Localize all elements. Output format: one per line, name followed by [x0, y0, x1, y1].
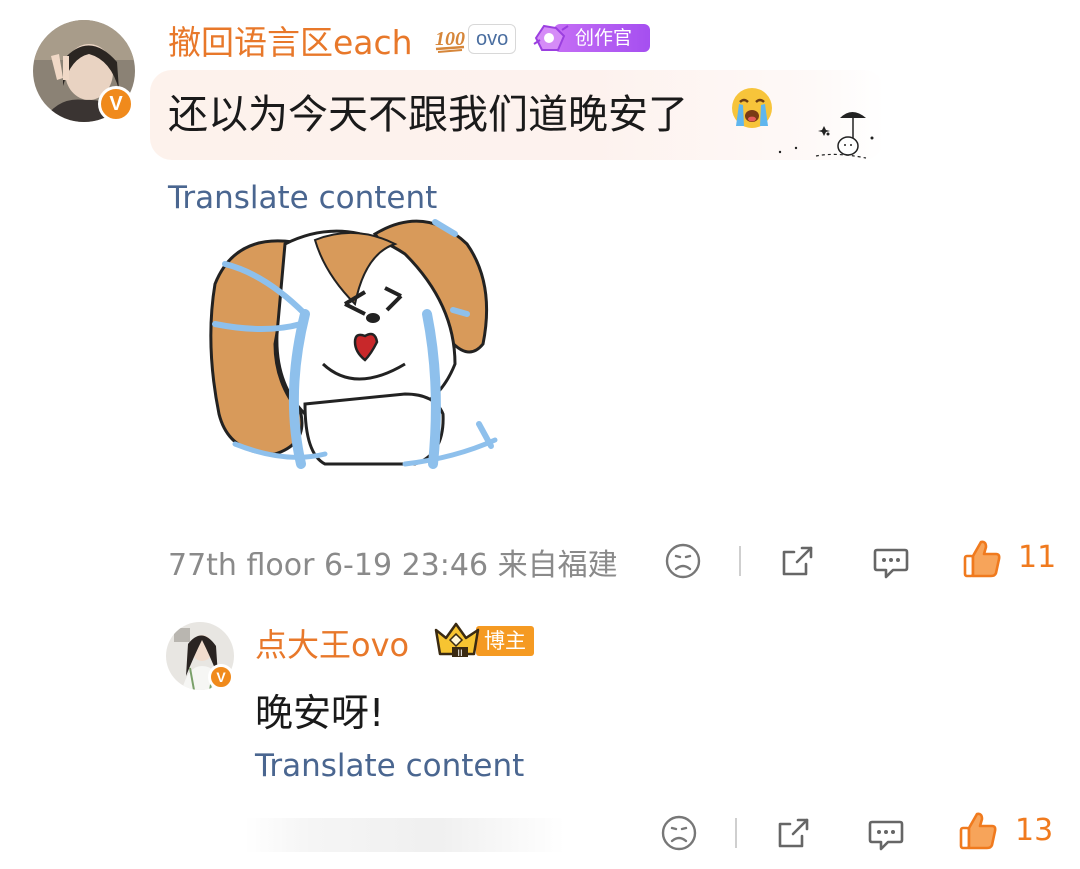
sad-face-icon[interactable]	[664, 542, 702, 580]
comment-icon[interactable]	[871, 542, 911, 582]
action-divider	[735, 818, 737, 848]
comment-meta: 77th floor 6-19 23:46 来自福建	[168, 548, 618, 583]
blurred-meta	[245, 818, 565, 852]
like-count: 11	[1018, 540, 1057, 575]
verified-v-icon: V	[98, 86, 134, 122]
svg-text:II: II	[457, 649, 462, 659]
thumbs-up-icon[interactable]	[958, 810, 998, 852]
sad-face-icon[interactable]	[660, 814, 698, 852]
translate-content-link[interactable]: Translate content	[168, 180, 437, 216]
fan-tag[interactable]: ovo	[468, 24, 517, 54]
reply-text: 晚安呀!	[255, 691, 385, 735]
loudly-crying-face-emoji	[732, 88, 772, 128]
share-icon[interactable]	[774, 814, 812, 852]
crying-dog-sticker[interactable]	[205, 214, 505, 484]
hundred-points-icon: 100	[435, 28, 465, 53]
comment-icon[interactable]	[866, 814, 906, 854]
comment-thread: V 撤回语言区each 100 ovo 创作官 还以为今天不跟我们道晚安了 Tr…	[0, 0, 1080, 869]
umbrella-dog-decoration-icon	[778, 112, 874, 159]
comment-text: 还以为今天不跟我们道晚安了	[168, 92, 688, 138]
share-icon[interactable]	[778, 542, 816, 580]
like-count: 13	[1015, 813, 1054, 848]
blogger-username[interactable]: 点大王ovo	[255, 620, 409, 666]
blogger-badge-label: 博主	[484, 629, 526, 653]
verified-v-icon: V	[208, 664, 234, 690]
translate-content-link[interactable]: Translate content	[255, 748, 524, 784]
commenter-username[interactable]: 撤回语言区each	[168, 16, 413, 64]
action-divider	[739, 546, 741, 576]
thumbs-up-icon[interactable]	[962, 538, 1002, 580]
creator-badge-label: 创作官	[575, 27, 633, 49]
